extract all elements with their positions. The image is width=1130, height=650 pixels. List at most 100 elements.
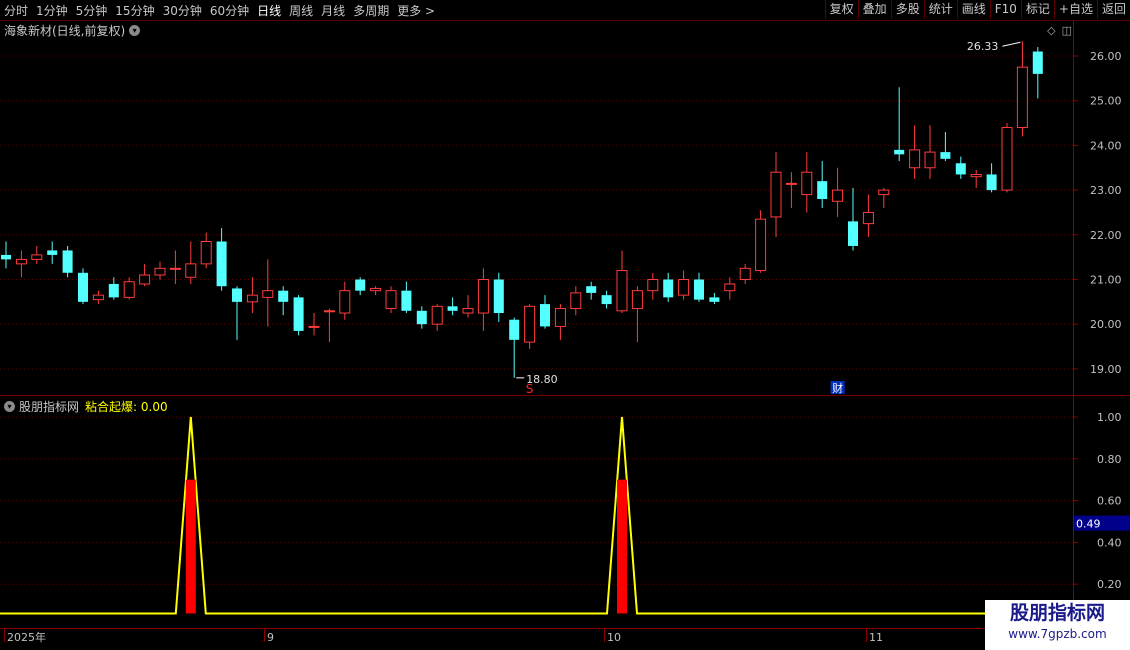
candle: [78, 268, 88, 305]
candle: [570, 286, 582, 316]
candle-body: [123, 281, 135, 298]
candle: [663, 272, 674, 302]
candle-body: [385, 290, 397, 310]
indicator-tick-label: 0.60: [1097, 495, 1122, 508]
candle-body: [401, 290, 412, 311]
candle: [246, 277, 258, 314]
candle-body: [108, 283, 119, 298]
candle: [200, 232, 212, 269]
candle-body: [15, 258, 27, 265]
date-tick-label: 2025年: [7, 630, 46, 644]
watermark-title: 股朋指标网: [1009, 602, 1105, 624]
candle: [139, 263, 151, 287]
candle-body: [785, 182, 797, 185]
candle: [586, 281, 597, 300]
candle-body: [631, 290, 643, 310]
candle: [801, 152, 813, 213]
candle: [1032, 47, 1043, 99]
candle: [1, 241, 11, 269]
candle: [262, 259, 274, 327]
candle: [817, 161, 828, 208]
candle: [724, 277, 736, 300]
candle: [47, 241, 58, 264]
price-tick-label: 25.00: [1090, 95, 1122, 108]
candle: [940, 131, 951, 162]
candle: [31, 245, 43, 264]
stock-chart[interactable]: 26.00 25.00 24.00 23.00 22.00 21.00 20.00 19.00…: [0, 0, 1130, 650]
candle-body: [78, 272, 88, 302]
candle-body: [323, 310, 335, 313]
candle-body: [262, 290, 274, 298]
candle: [909, 125, 921, 179]
candle: [739, 263, 751, 284]
candle-body: [1016, 66, 1028, 129]
candle: [323, 308, 335, 343]
candle-body: [185, 263, 197, 278]
candle: [123, 277, 135, 300]
candle-body: [509, 319, 520, 340]
candle: [355, 277, 366, 296]
candle-body: [678, 279, 690, 296]
date-tick-label: 9: [267, 631, 274, 644]
candle-body: [31, 254, 43, 260]
candle-body: [878, 189, 890, 196]
candle-body: [616, 270, 628, 312]
candle-body: [154, 267, 166, 276]
candle-body: [1001, 127, 1013, 191]
candle-body: [92, 294, 104, 301]
candle-body: [62, 250, 73, 273]
candle: [694, 272, 704, 302]
candle: [431, 304, 443, 331]
candle-body: [601, 295, 612, 305]
candle-body: [416, 310, 427, 325]
candle: [232, 286, 242, 340]
candle: [293, 295, 304, 336]
price-tick-label: 26.00: [1090, 50, 1122, 63]
candle-body: [909, 149, 921, 169]
candle-body: [462, 308, 474, 314]
candle: [370, 286, 382, 296]
finance-marker: 财: [832, 381, 843, 395]
indicator-tick-label: 0.20: [1097, 578, 1122, 591]
candle-body: [200, 241, 212, 265]
signal-bar: [185, 479, 196, 614]
candle-body: [540, 304, 550, 327]
candle: [955, 156, 966, 179]
candle-body: [894, 149, 905, 155]
candle-body: [986, 174, 997, 191]
indicator-tick-label: 1.00: [1097, 411, 1122, 424]
candle-body: [817, 181, 828, 200]
candle: [509, 317, 520, 378]
candle-body: [278, 290, 289, 302]
candle-body: [1032, 51, 1043, 74]
candle-body: [940, 152, 951, 159]
price-tick-label: 22.00: [1090, 229, 1122, 242]
candle-body: [570, 292, 582, 310]
candle-body: [663, 279, 674, 298]
candle: [385, 286, 397, 314]
candle: [493, 272, 504, 322]
candle: [308, 313, 320, 336]
candle: [540, 295, 550, 329]
candle: [601, 290, 612, 309]
candle-body: [447, 306, 458, 311]
candle-body: [770, 171, 782, 218]
candle-body: [554, 308, 566, 327]
candle: [647, 272, 659, 300]
candle-body: [709, 297, 720, 302]
candle-body: [832, 189, 844, 202]
candle-body: [524, 305, 536, 343]
candle-body: [647, 279, 659, 292]
candle-body: [355, 279, 366, 291]
candle-body: [493, 279, 504, 314]
candle: [154, 261, 166, 280]
candle: [401, 281, 412, 314]
candle: [554, 304, 566, 340]
candle: [216, 228, 227, 291]
candle: [894, 87, 905, 162]
candle: [477, 268, 489, 331]
sell-marker: S: [526, 382, 534, 396]
indicator-tick-label: 0.80: [1097, 453, 1122, 466]
candle: [924, 125, 936, 179]
candle-body: [862, 211, 874, 225]
